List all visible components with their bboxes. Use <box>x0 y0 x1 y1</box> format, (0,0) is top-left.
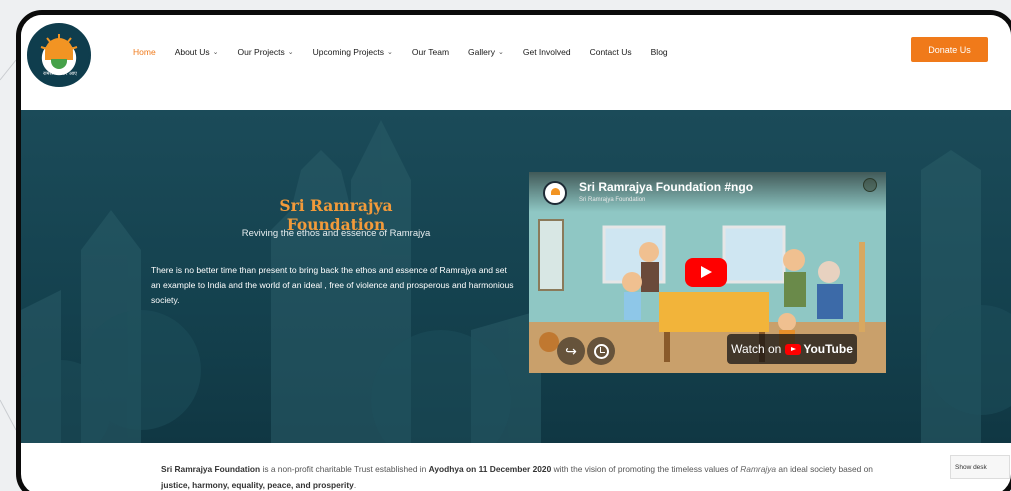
chevron-down-icon: ⌄ <box>387 49 393 56</box>
founding-place-date: Ayodhya on 11 December 2020 <box>428 464 552 474</box>
show-desktop-button[interactable]: Show desk <box>950 455 1010 479</box>
nav-label: Upcoming Projects <box>312 47 384 57</box>
nav-our-team[interactable]: Our Team <box>412 47 449 57</box>
nav-label: Our Team <box>411 47 450 57</box>
watch-later-icon[interactable] <box>587 337 615 365</box>
hero-section: Sri Ramrajya Foundation Reviving the eth… <box>21 110 1011 443</box>
donate-button[interactable]: Donate Us <box>911 37 988 62</box>
video-title[interactable]: Sri Ramrajya Foundation #ngo <box>579 180 753 194</box>
ramrajya-term: Ramrajya <box>740 464 777 474</box>
hero-subtitle: Reviving the ethos and essence of Ramraj… <box>241 228 431 239</box>
nav-home[interactable]: Home <box>133 47 156 57</box>
nav-label: Home <box>133 47 156 57</box>
watch-on-label: Watch on <box>731 342 782 356</box>
youtube-play-icon <box>785 343 802 355</box>
logo[interactable]: रामराज्य फिर आए <box>27 23 91 87</box>
nav-blog[interactable]: Blog <box>651 47 668 57</box>
watch-on-youtube-button[interactable]: Watch on YouTube <box>727 334 857 364</box>
nav-label: Get Involved <box>522 47 571 57</box>
chevron-down-icon: ⌄ <box>497 49 504 56</box>
play-button[interactable] <box>685 258 727 287</box>
intro-text-3: an ideal society based on <box>776 464 873 474</box>
intro-text-4: . <box>353 480 357 490</box>
main-nav: Home About Us ⌄ Our Projects ⌄ Upcoming Pr… <box>133 47 687 57</box>
browser-frame: रामराज्य फिर आए Home About Us ⌄ Our Proje… <box>16 10 1011 491</box>
nav-label: About Us <box>174 47 210 57</box>
nav-contact-us[interactable]: Contact Us <box>590 47 632 57</box>
chevron-down-icon: ⌄ <box>287 49 294 56</box>
nav-gallery[interactable]: Gallery ⌄ <box>468 47 504 57</box>
nav-get-involved[interactable]: Get Involved <box>523 47 571 57</box>
nav-upcoming-projects[interactable]: Upcoming Projects ⌄ <box>313 47 393 57</box>
logo-motto: रामराज्य फिर आए <box>43 71 77 77</box>
chevron-down-icon: ⌄ <box>212 49 219 56</box>
core-values: justice, harmony, equality, peace, and p… <box>161 480 354 490</box>
site-header: रामराज्य फिर आए Home About Us ⌄ Our Proje… <box>21 15 1011 110</box>
hero-description: There is no better time than present to … <box>151 265 514 305</box>
youtube-wordmark: YouTube <box>803 342 853 356</box>
nav-about-us[interactable]: About Us ⌄ <box>175 47 219 57</box>
sun-icon <box>45 38 73 60</box>
youtube-video-embed[interactable]: Sri Ramrajya Foundation #ngo Sri Ramrajy… <box>529 172 886 373</box>
nav-label: Contact Us <box>589 47 632 57</box>
channel-avatar[interactable] <box>543 181 567 205</box>
nav-label: Our Projects <box>237 47 285 57</box>
nav-label: Gallery <box>468 47 495 57</box>
org-name: Sri Ramrajya Foundation <box>161 464 261 474</box>
youtube-logo: YouTube <box>785 342 853 356</box>
intro-text-1: is a non-profit charitable Trust establi… <box>260 464 429 474</box>
nav-our-projects[interactable]: Our Projects ⌄ <box>238 47 294 57</box>
leaf-icon <box>51 59 67 69</box>
video-channel-name[interactable]: Sri Ramrajya Foundation <box>579 197 645 203</box>
share-icon[interactable]: ↪ <box>557 337 585 365</box>
watch-later-top-icon[interactable] <box>863 178 877 192</box>
intro-text-2: with the vision of promoting the timeles… <box>551 464 741 474</box>
about-intro-paragraph: Sri Ramrajya Foundation is a non-profit … <box>161 461 891 491</box>
nav-label: Blog <box>650 47 668 57</box>
